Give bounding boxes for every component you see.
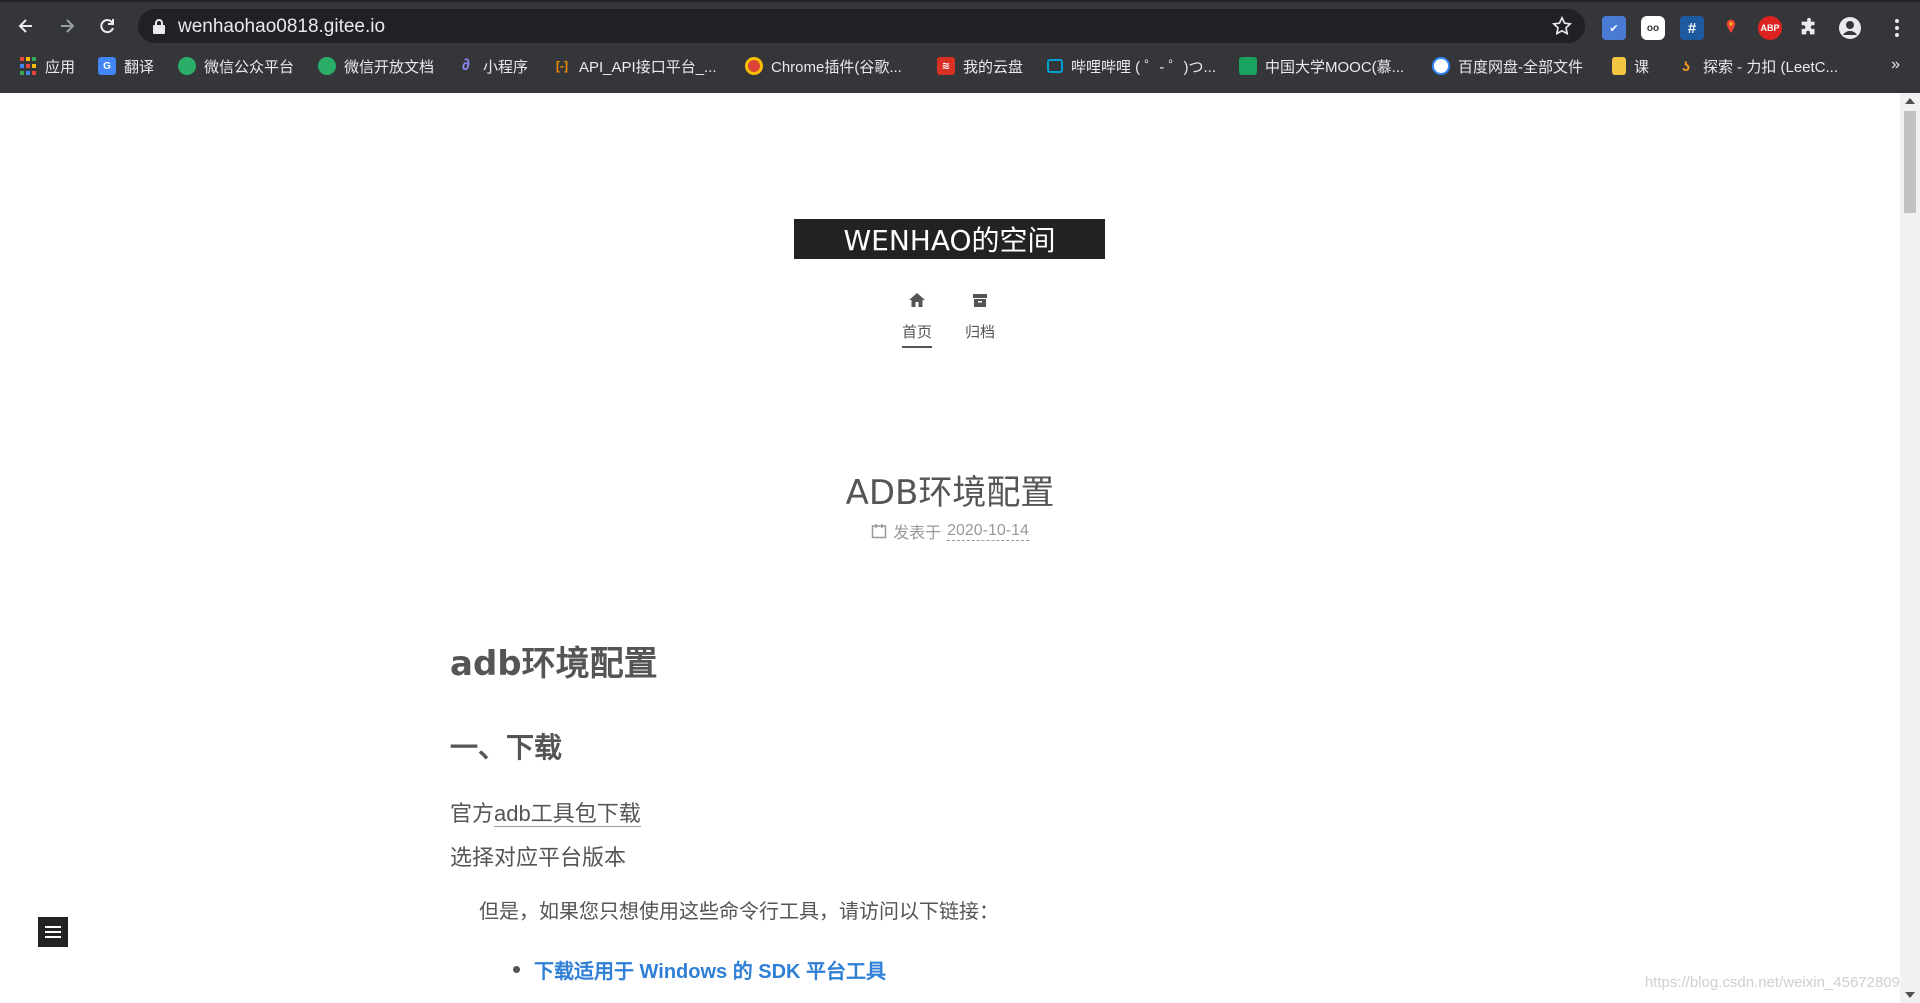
browser-menu-icon[interactable]: [1894, 18, 1900, 38]
scroll-down-arrow-icon[interactable]: [1905, 992, 1915, 998]
bookmark-folder-course[interactable]: 课: [1612, 54, 1649, 78]
bookmark-miniprogram[interactable]: ∂ 小程序: [457, 54, 528, 78]
scrollbar-thumb[interactable]: [1904, 111, 1916, 213]
mooc-icon: [1239, 57, 1257, 75]
browser-toolbar: wenhaohao0818.gitee.io ✔ oo # ABP: [0, 6, 1920, 46]
menu-bar-icon: [45, 931, 61, 933]
bookmark-label: 哔哩哔哩 ( ゜- ゜)つ...: [1071, 58, 1216, 76]
puzzle-icon: [1801, 17, 1815, 35]
sdk-platform-tools-link[interactable]: 下载适用于 Windows 的 SDK 平台工具: [534, 955, 886, 984]
sidebar-toggle-button[interactable]: [38, 917, 68, 947]
bookmark-label: API_API接口平台_...: [579, 58, 717, 76]
avatar-icon: [1839, 17, 1861, 39]
menu-item-home[interactable]: 首页: [902, 291, 933, 348]
calendar-icon: [871, 524, 887, 539]
browser-chrome: wenhaohao0818.gitee.io ✔ oo # ABP 应用 G 翻…: [0, 0, 1920, 93]
bookmark-api[interactable]: [-] API_API接口平台_...: [553, 54, 717, 78]
bookmarks-bar: 应用 G 翻译 微信公众平台 微信开放文档 ∂ 小程序 [-] API_API接…: [0, 50, 1920, 82]
bookmark-apps[interactable]: 应用: [19, 54, 75, 78]
menu-item-archive[interactable]: 归档: [965, 291, 995, 346]
article-paragraph-download: 官方adb工具包下载: [450, 796, 641, 828]
scroll-up-arrow-icon[interactable]: [1905, 98, 1915, 104]
bookmark-leetcode[interactable]: ʖ 探索 - 力扣 (LeetC...: [1677, 54, 1838, 78]
bookmark-label: 我的云盘: [963, 58, 1024, 76]
bookmark-label: Chrome插件(谷歌...: [771, 58, 902, 76]
forward-button[interactable]: [51, 10, 83, 42]
translate-icon: G: [98, 57, 116, 75]
article-paragraph-platform: 选择对应平台版本: [450, 845, 627, 870]
folder-icon: [1612, 57, 1626, 75]
bookmark-star-icon[interactable]: [1551, 15, 1573, 37]
meta-prefix: 发表于: [893, 525, 942, 542]
bookmark-baidu-pan[interactable]: 百度网盘-全部文件: [1432, 54, 1583, 78]
lock-icon: [153, 19, 165, 34]
pin-icon: [1726, 19, 1736, 33]
bookmark-label: 百度网盘-全部文件: [1458, 58, 1583, 76]
bookmark-translate[interactable]: G 翻译: [98, 54, 154, 78]
wechat-icon: [178, 57, 196, 75]
bookmark-label: 小程序: [483, 58, 529, 76]
extension-glasses-icon[interactable]: oo: [1641, 16, 1665, 40]
bookmark-label: 微信开放文档: [344, 58, 435, 76]
bookmark-chrome-plugin[interactable]: Chrome插件(谷歌...: [745, 54, 902, 78]
post-title[interactable]: ADB环境配置: [0, 465, 1900, 514]
adb-download-link[interactable]: adb工具包下载: [494, 801, 641, 827]
list-item: 下载适用于 Windows 的 SDK 平台工具: [513, 955, 886, 984]
extensions-puzzle-icon[interactable]: [1797, 16, 1821, 40]
paragraph-text: 官方: [450, 801, 495, 826]
address-bar[interactable]: wenhaohao0818.gitee.io: [138, 9, 1585, 43]
bookmark-mooc[interactable]: 中国大学MOOC(慕...: [1239, 54, 1404, 78]
profile-avatar-icon[interactable]: [1838, 16, 1862, 40]
extension-adblock-icon[interactable]: ABP: [1758, 16, 1782, 40]
bookmark-label: 中国大学MOOC(慕...: [1265, 58, 1405, 76]
bookmark-label: 探索 - 力扣 (LeetC...: [1703, 58, 1839, 76]
api-icon: [-]: [556, 59, 568, 73]
chrome-icon: [745, 57, 763, 75]
tab-strip: [0, 0, 1920, 2]
leetcode-icon: ʖ: [1682, 58, 1690, 74]
menu-bar-icon: [45, 936, 61, 938]
forward-arrow-icon: [61, 19, 75, 33]
back-button[interactable]: [10, 10, 42, 42]
watermark: https://blog.csdn.net/weixin_45672809: [1644, 974, 1900, 991]
url-text: wenhaohao0818.gitee.io: [178, 16, 386, 37]
article-blockquote: 但是，如果您只想使用这些命令行工具，请访问以下链接：: [479, 901, 999, 923]
archive-icon: [973, 294, 987, 307]
post-date: 2020-10-14: [947, 521, 1029, 541]
extension-bird-icon[interactable]: ✔: [1602, 16, 1626, 40]
post-meta: 发表于 2020-10-14: [0, 519, 1900, 543]
extension-pin-icon[interactable]: [1719, 16, 1743, 40]
wechat-icon: [318, 57, 336, 75]
reload-button[interactable]: [91, 10, 123, 42]
menu-label: 归档: [965, 324, 996, 341]
bookmark-cloud-drive[interactable]: ≋ 我的云盘: [937, 54, 1023, 78]
article-heading-1: adb环境配置: [450, 644, 658, 684]
reload-icon: [100, 19, 114, 34]
extension-hash-icon[interactable]: #: [1680, 16, 1704, 40]
apps-grid-icon: [19, 57, 37, 75]
menu-bar-icon: [45, 926, 61, 928]
bookmark-label: 微信公众平台: [204, 58, 295, 76]
bookmark-wechat-docs[interactable]: 微信开放文档: [318, 54, 434, 78]
page-content: WENHAO的空间 首页 归档 ADB环境配置 发表于 2020-10-14: [0, 93, 1900, 1003]
home-icon: [909, 293, 925, 307]
back-arrow-icon: [18, 19, 32, 33]
bookmark-wechat-mp[interactable]: 微信公众平台: [178, 54, 294, 78]
bookmark-label: 课: [1634, 58, 1650, 76]
site-brand[interactable]: WENHAO的空间: [794, 219, 1105, 259]
bookmark-label: 应用: [45, 58, 76, 76]
menu-label: 首页: [902, 321, 933, 348]
bookmark-bilibili[interactable]: 哔哩哔哩 ( ゜- ゜)つ...: [1047, 54, 1216, 78]
bullet-icon: [513, 966, 520, 973]
article-heading-2: 一、下载: [450, 731, 563, 764]
bookmark-label: 翻译: [124, 58, 155, 76]
miniprogram-icon: ∂: [462, 57, 470, 74]
bookmarks-overflow-button[interactable]: »: [1891, 56, 1900, 74]
bilibili-icon: [1047, 59, 1063, 73]
baidu-pan-icon: [1432, 57, 1450, 75]
cloud-drive-icon: ≋: [937, 57, 955, 75]
page-scrollbar[interactable]: [1900, 93, 1920, 1003]
